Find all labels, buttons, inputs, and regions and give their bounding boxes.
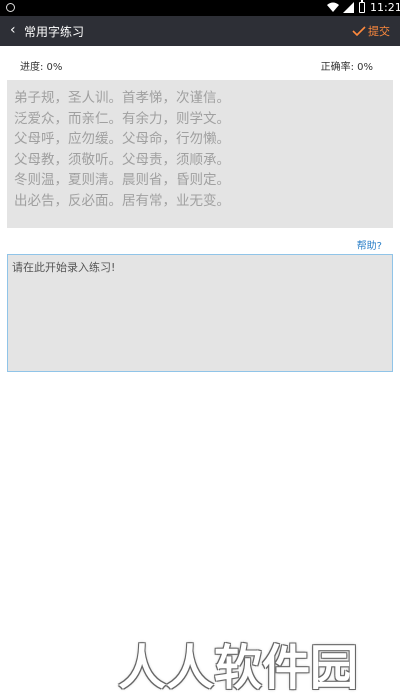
- practice-line: 弟子规，圣人训。首孝悌，次谨信。: [14, 90, 230, 106]
- checkmark-icon: [352, 26, 366, 36]
- app-screen: 11:21 ‹ 常用字练习 提交 进度: 0% 正确率: 0% 弟子规，圣人训。…: [0, 0, 400, 700]
- practice-line: 冬则温，夏则清。晨则省，昏则定。: [14, 172, 230, 188]
- practice-line: 出必告，反必面。居有常，业无变。: [14, 192, 230, 209]
- status-bar: 11:21: [0, 0, 400, 16]
- signal-icon: [343, 2, 354, 16]
- stats-row: 进度: 0% 正确率: 0%: [0, 58, 400, 74]
- help-link[interactable]: 帮助?: [357, 237, 382, 252]
- practice-line: 泛爱众，而亲仁。有余力，则学文。: [14, 110, 230, 127]
- page-title: 常用字练习: [24, 25, 85, 39]
- accuracy-text: 正确率: 0%: [320, 62, 373, 73]
- practice-line: 父母教，须敬听。父母责，须顺承。: [14, 151, 230, 168]
- battery-icon: [359, 0, 365, 13]
- app-header: ‹ 常用字练习 提交: [0, 16, 400, 46]
- notification-icon: [6, 3, 15, 12]
- practice-line: 父母呼，应勿缓。父母命，行勿懒。: [14, 131, 230, 147]
- status-time: 11:21: [370, 1, 400, 14]
- practice-text-box: 弟子规，圣人训。首孝悌，次谨信。 泛爱众，而亲仁。有余力，则学文。 父母呼，应勿…: [7, 80, 393, 228]
- input-placeholder: 请在此开始录入练习!: [12, 261, 116, 274]
- progress-text: 进度: 0%: [20, 62, 63, 73]
- chevron-left-icon[interactable]: ‹: [10, 22, 16, 38]
- practice-input[interactable]: 请在此开始录入练习!: [7, 254, 393, 372]
- wifi-icon: [327, 2, 339, 15]
- submit-button[interactable]: 提交: [352, 23, 390, 39]
- submit-label: 提交: [368, 25, 390, 38]
- watermark: 人人软件园: [118, 640, 359, 696]
